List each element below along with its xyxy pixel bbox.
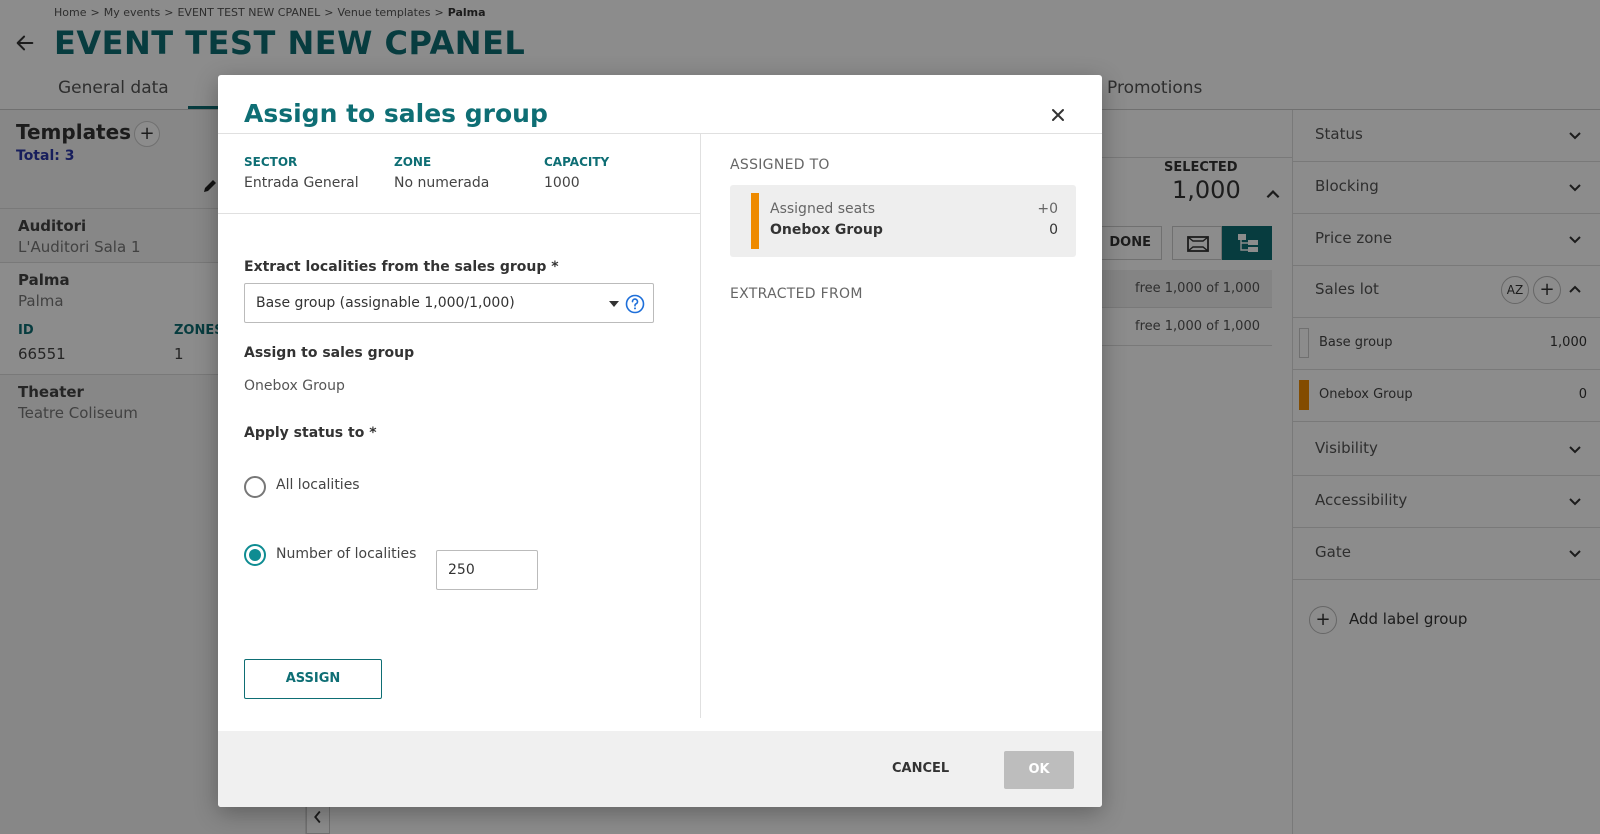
assigned-delta: +0 [1037,201,1058,217]
sector-value: Entrada General [244,175,359,191]
assigned-to-title: ASSIGNED TO [730,157,830,173]
ok-button[interactable]: OK [1004,751,1074,789]
group-color-bar [751,193,759,249]
cancel-button[interactable]: CANCEL [892,761,949,776]
select-value: Base group (assignable 1,000/1,000) [256,295,515,311]
capacity-value: 1000 [544,175,580,191]
radio-number-of-localities[interactable] [244,544,266,566]
assign-to-label: Assign to sales group [244,345,415,361]
radio-number-of-localities-label[interactable]: Number of localities [276,546,416,562]
close-icon[interactable] [1048,105,1068,125]
extract-sales-group-select[interactable]: Base group (assignable 1,000/1,000) [244,283,654,323]
extracted-from-title: EXTRACTED FROM [730,286,863,302]
number-of-localities-input[interactable]: 250 [436,550,538,590]
zone-value: No numerada [394,175,490,191]
assign-to-value: Onebox Group [244,378,345,394]
assigned-count: 0 [1049,222,1058,238]
dialog-footer: CANCEL OK [218,731,1102,807]
divider [218,213,700,214]
divider [218,133,1102,134]
radio-all-localities-label[interactable]: All localities [276,477,360,493]
zone-label: ZONE [394,155,432,169]
extract-label: Extract localities from the sales group … [244,259,559,275]
assign-button[interactable]: ASSIGN [244,659,382,699]
assigned-group-name: Onebox Group [770,222,883,238]
apply-status-label: Apply status to * [244,425,377,441]
dialog-title: Assign to sales group [244,99,548,128]
sector-label: SECTOR [244,155,298,169]
caret-down-icon [609,301,619,307]
assign-sales-group-dialog: Assign to sales group SECTOR Entrada Gen… [218,75,1102,807]
capacity-label: CAPACITY [544,155,610,169]
radio-all-localities[interactable] [244,476,266,498]
assigned-seats-label: Assigned seats [770,201,876,217]
divider [700,134,701,718]
help-icon[interactable] [625,294,645,314]
assigned-card: Assigned seats Onebox Group +0 0 [730,185,1076,257]
